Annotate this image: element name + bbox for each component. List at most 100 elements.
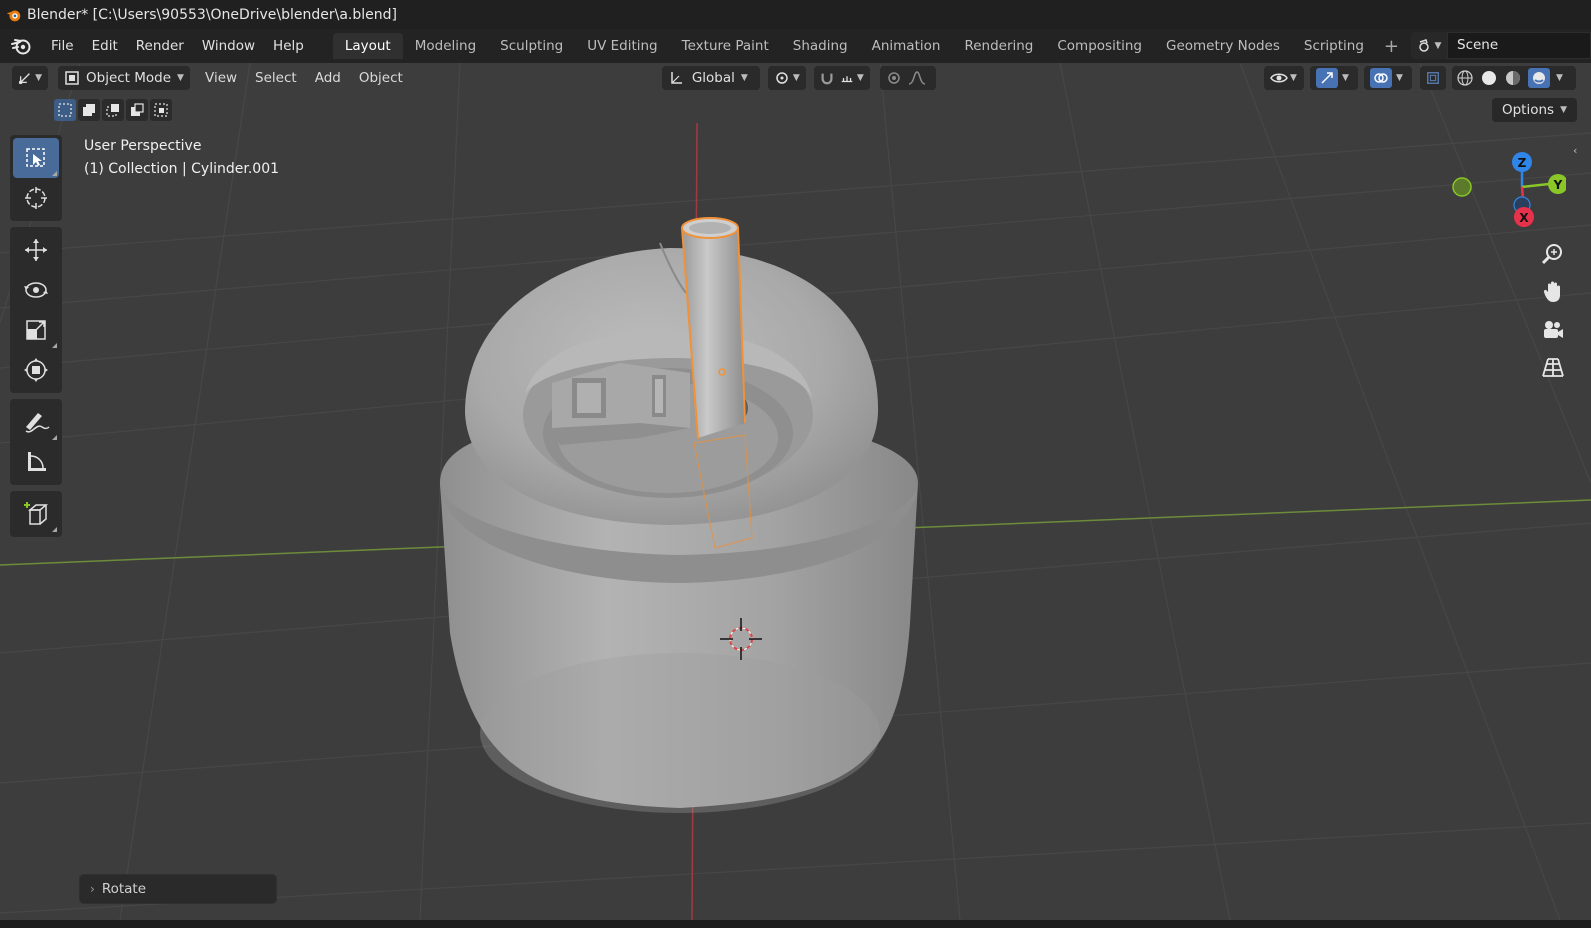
overlays-toggle[interactable]: ▼: [1364, 66, 1412, 90]
menu-view[interactable]: View: [196, 70, 246, 86]
tab-animation[interactable]: Animation: [860, 33, 953, 59]
measure-tool[interactable]: [13, 442, 59, 482]
editor-type-button[interactable]: ▼: [12, 66, 48, 90]
viewport-scene[interactable]: [0, 63, 1591, 920]
tab-compositing[interactable]: Compositing: [1045, 33, 1154, 59]
select-subtract-button[interactable]: [102, 99, 124, 121]
menu-window[interactable]: Window: [193, 38, 264, 54]
select-invert-button[interactable]: [126, 99, 148, 121]
zoom-button[interactable]: [1537, 238, 1569, 270]
overlays-icon: [1370, 68, 1392, 88]
transform-orientation-dropdown[interactable]: Global ▼: [661, 66, 760, 90]
mode-label: Object Mode: [86, 70, 172, 86]
camera-icon: [1544, 321, 1563, 338]
shading-modes: ▼: [1452, 66, 1576, 90]
chevron-down-icon: ▼: [1290, 73, 1297, 83]
select-new-button[interactable]: [54, 99, 76, 121]
tab-scripting[interactable]: Scripting: [1292, 33, 1376, 59]
add-cube-icon: [24, 502, 49, 525]
operator-name: Rotate: [101, 881, 147, 897]
blender-logo-icon: [6, 10, 21, 21]
menu-select[interactable]: Select: [246, 70, 306, 86]
transform-tool[interactable]: [13, 350, 59, 390]
3d-viewport[interactable]: ▼ Object Mode ▼ View Select Add Object G…: [0, 63, 1591, 920]
menu-add[interactable]: Add: [306, 70, 350, 86]
add-cube-tool[interactable]: [13, 494, 59, 534]
add-workspace-button[interactable]: +: [1384, 36, 1399, 57]
annotate-icon: [25, 413, 50, 433]
scene-name-field[interactable]: Scene: [1447, 32, 1591, 59]
select-extend-icon: [83, 104, 95, 116]
xray-toggle[interactable]: [1420, 66, 1446, 90]
select-intersect-button[interactable]: [150, 99, 172, 121]
proportional-icon: [888, 72, 900, 84]
pivot-icon: [776, 72, 788, 84]
tab-layout[interactable]: Layout: [332, 33, 403, 59]
tab-modeling[interactable]: Modeling: [403, 33, 488, 59]
scene-icon: [1418, 38, 1429, 52]
scale-tool[interactable]: [13, 310, 59, 350]
menu-render[interactable]: Render: [127, 38, 193, 54]
proportional-editing[interactable]: [879, 66, 936, 90]
solid-shading-icon[interactable]: [1480, 69, 1498, 87]
move-icon: [25, 239, 47, 261]
tab-shading[interactable]: Shading: [781, 33, 860, 59]
title-bar: Blender* [C:\Users\90553\OneDrive\blende…: [0, 0, 1591, 29]
options-label: Options: [1501, 102, 1555, 118]
sidebar-toggle-chevron-icon[interactable]: ‹: [1573, 144, 1583, 157]
tab-sculpting[interactable]: Sculpting: [488, 33, 575, 59]
viewport-info: User Perspective (1) Collection | Cylind…: [84, 135, 279, 181]
select-intersect-icon: [154, 103, 168, 117]
select-box-icon: [26, 148, 45, 167]
orientation-icon: [671, 72, 682, 84]
tool-shelf: [10, 135, 62, 543]
ortho-toggle-button[interactable]: [1537, 352, 1569, 384]
select-box-tool[interactable]: [13, 138, 59, 178]
scene-selector[interactable]: ▼ Scene: [1411, 32, 1591, 59]
menu-object[interactable]: Object: [350, 70, 412, 86]
select-invert-icon: [131, 103, 144, 116]
options-dropdown[interactable]: Options ▼: [1491, 98, 1577, 122]
cursor-tool[interactable]: [13, 178, 59, 218]
tool-variants-indicator: [52, 343, 57, 348]
annotate-tool-group: [10, 399, 62, 485]
scene-browse-button[interactable]: ▼: [1411, 32, 1447, 59]
chevron-right-icon: ›: [90, 882, 95, 896]
annotate-tool[interactable]: [13, 402, 59, 442]
tab-rendering[interactable]: Rendering: [952, 33, 1045, 59]
rendered-shading-icon[interactable]: [1528, 68, 1550, 88]
status-bar: [0, 920, 1591, 928]
last-operator-panel[interactable]: › Rotate: [79, 874, 277, 904]
pan-button[interactable]: [1537, 276, 1569, 308]
menu-edit[interactable]: Edit: [83, 38, 127, 54]
tab-geometry-nodes[interactable]: Geometry Nodes: [1154, 33, 1292, 59]
navigation-buttons: [1537, 238, 1569, 390]
xray-icon: [1427, 72, 1439, 84]
gizmo-x-label: X: [1519, 211, 1529, 225]
snap-controls[interactable]: ▼: [813, 66, 870, 90]
chevron-down-icon: ▼: [740, 73, 748, 83]
move-tool[interactable]: [13, 230, 59, 270]
pivot-point-dropdown[interactable]: ▼: [767, 66, 806, 90]
rotate-tool[interactable]: [13, 270, 59, 310]
tab-texture-paint[interactable]: Texture Paint: [670, 33, 781, 59]
blender-logo-icon[interactable]: [10, 35, 32, 57]
material-shading-icon[interactable]: [1504, 69, 1522, 87]
chevron-down-icon: ▼: [792, 73, 800, 83]
select-subtract-icon: [106, 104, 119, 117]
camera-view-button[interactable]: [1537, 314, 1569, 346]
tab-uv-editing[interactable]: UV Editing: [575, 33, 669, 59]
jar-object[interactable]: [440, 242, 918, 813]
visibility-dropdown[interactable]: ▼: [1264, 66, 1304, 90]
gizmo-toggle[interactable]: ▼: [1310, 66, 1358, 90]
menu-file[interactable]: File: [42, 38, 83, 54]
navigation-gizmo[interactable]: Z Y X: [1446, 143, 1566, 243]
transform-tool-group: [10, 227, 62, 393]
workspace-tabs: Layout Modeling Sculpting UV Editing Tex…: [332, 29, 1399, 63]
tool-variants-indicator: [52, 435, 57, 440]
wireframe-shading-icon[interactable]: [1456, 69, 1474, 87]
menu-help[interactable]: Help: [264, 38, 313, 54]
mode-selector[interactable]: Object Mode ▼: [58, 66, 190, 90]
neg-y-axis-handle[interactable]: [1452, 177, 1472, 197]
select-extend-button[interactable]: [78, 99, 100, 121]
